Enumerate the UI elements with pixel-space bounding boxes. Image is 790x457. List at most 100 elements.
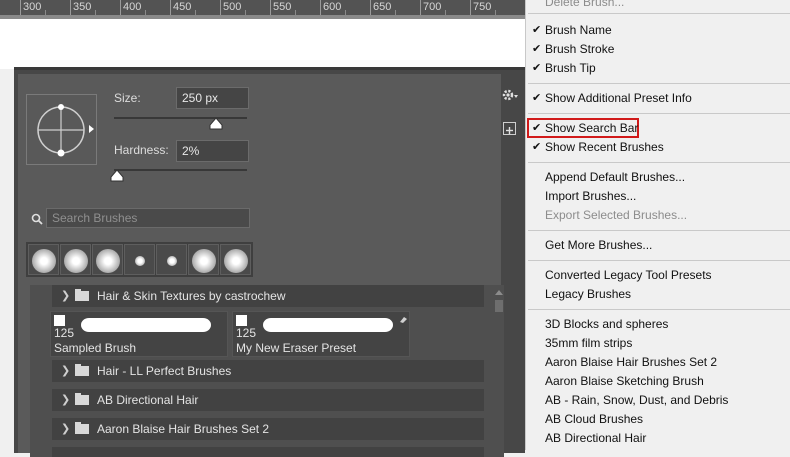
hardness-slider-track[interactable] [114, 169, 247, 171]
checkmark-icon: ✔ [532, 122, 542, 134]
menu-separator [528, 260, 790, 261]
brush-group-name: Aaron Blaise Hair Brushes Set 2 [97, 422, 270, 436]
brush-group-row[interactable]: ❯ Hair & Skin Textures by castrochew [52, 285, 484, 307]
size-slider-handle[interactable] [209, 117, 223, 135]
checkmark-icon: ✔ [532, 141, 542, 153]
brush-preset-tile[interactable]: 125 My New Eraser Preset [232, 311, 410, 357]
brush-group-name: Hair - LL Perfect Brushes [97, 364, 232, 378]
gear-menu-button[interactable] [500, 86, 520, 104]
ruler-label: 550 [273, 1, 292, 13]
checkmark-icon: ✔ [532, 92, 542, 104]
ruler-label: 300 [23, 1, 42, 13]
menu-item-append-default-brushes[interactable]: Append Default Brushes... [545, 168, 685, 187]
panel-inner: Size: 250 px Hardness: 2% Search Brushes [18, 74, 504, 457]
brush-group-name: AB Directional Hair [97, 393, 199, 407]
menu-item-show-additional-preset-info[interactable]: Show Additional Preset Info [545, 89, 692, 108]
menu-separator [528, 83, 790, 84]
brush-name: Sampled Brush [54, 341, 137, 355]
brush-list-scrollbar[interactable] [492, 285, 504, 457]
menu-item-brush-library[interactable]: Aaron Blaise Sketching Brush [545, 372, 704, 391]
brush-swatch [236, 315, 247, 326]
menu-item-converted-legacy-tool-presets[interactable]: Converted Legacy Tool Presets [545, 266, 712, 285]
recent-brush-7[interactable] [220, 244, 251, 275]
ruler-label: 650 [373, 1, 392, 13]
hardness-label: Hardness: [114, 143, 169, 157]
brush-stroke-preview [263, 318, 393, 332]
menu-item-brush-library[interactable]: 35mm film strips [545, 334, 632, 353]
horizontal-ruler: 300 350 400 450 500 550 600 650 700 750 [0, 0, 525, 16]
search-brushes-input[interactable]: Search Brushes [46, 208, 250, 228]
brush-size: 125 [236, 326, 257, 340]
brush-group-row[interactable]: ❯ Hair - LL Perfect Brushes [52, 360, 484, 382]
brush-angle-icon [37, 104, 94, 157]
brush-stroke-preview [81, 318, 211, 332]
recent-brush-2[interactable] [60, 244, 91, 275]
chevron-right-icon[interactable]: ❯ [61, 360, 70, 382]
workspace-background [0, 69, 14, 450]
menu-separator [528, 13, 790, 14]
brush-panel-flyout-menu: Delete Brush... ✔ Brush Name ✔ Brush Str… [525, 0, 790, 450]
menu-item-legacy-brushes[interactable]: Legacy Brushes [545, 285, 631, 304]
brush-preset-tile[interactable]: 125 Sampled Brush [50, 311, 228, 357]
menu-item-brush-stroke[interactable]: Brush Stroke [545, 40, 614, 59]
brush-group-name: Hair & Skin Textures by castrochew [97, 289, 286, 303]
recent-brush-5[interactable] [156, 244, 187, 275]
chevron-right-icon[interactable]: ❯ [61, 285, 70, 307]
plus-icon [506, 127, 513, 134]
menu-item-show-recent-brushes[interactable]: Show Recent Brushes [545, 138, 664, 157]
menu-item-export-selected-brushes[interactable]: Export Selected Brushes... [545, 206, 687, 225]
ruler-label: 400 [123, 1, 142, 13]
ruler-label: 700 [423, 1, 442, 13]
folder-icon [75, 422, 89, 434]
brush-size: 125 [54, 326, 75, 340]
menu-separator [528, 113, 790, 114]
menu-item-get-more-brushes[interactable]: Get More Brushes... [545, 236, 652, 255]
hardness-slider-handle[interactable] [110, 169, 124, 187]
brush-group-row-partial[interactable] [52, 447, 484, 457]
recent-brushes-strip [26, 242, 253, 277]
scroll-up-arrow[interactable] [495, 290, 503, 295]
brush-angle-preview[interactable] [26, 94, 97, 165]
ruler-label: 750 [473, 1, 492, 13]
search-icon [31, 212, 43, 225]
menu-item-brush-library[interactable]: 3D Blocks and spheres [545, 315, 668, 334]
size-field[interactable]: 250 px [176, 87, 249, 109]
scroll-thumb[interactable] [495, 300, 503, 312]
eraser-icon [400, 317, 407, 323]
document-canvas[interactable] [0, 19, 525, 69]
chevron-right-icon[interactable]: ❯ [61, 418, 70, 440]
menu-separator [528, 162, 790, 163]
ruler-label: 600 [323, 1, 342, 13]
brush-swatch [54, 315, 65, 326]
menu-item-brush-tip[interactable]: Brush Tip [545, 59, 596, 78]
menu-item-show-search-bar[interactable]: Show Search Bar [545, 119, 638, 138]
hardness-field[interactable]: 2% [176, 140, 249, 162]
checkmark-icon: ✔ [532, 62, 542, 74]
recent-brush-1[interactable] [28, 244, 59, 275]
menu-item-brush-library[interactable]: AB - Rain, Snow, Dust, and Debris [545, 391, 728, 410]
folder-icon [75, 393, 89, 405]
menu-separator [528, 230, 790, 231]
checkmark-icon: ✔ [532, 43, 542, 55]
menu-item-delete-brush[interactable]: Delete Brush... [545, 0, 624, 12]
recent-brush-4[interactable] [124, 244, 155, 275]
folder-icon [75, 364, 89, 376]
brush-group-row[interactable]: ❯ AB Directional Hair [52, 389, 484, 411]
brush-group-row[interactable]: ❯ Aaron Blaise Hair Brushes Set 2 [52, 418, 484, 440]
brush-name: My New Eraser Preset [236, 341, 357, 355]
ruler-label: 500 [223, 1, 242, 13]
recent-brush-6[interactable] [188, 244, 219, 275]
menu-item-brush-library[interactable]: Aaron Blaise Hair Brushes Set 2 [545, 353, 717, 372]
gear-icon [502, 89, 518, 101]
menu-item-brush-library[interactable]: AB Cloud Brushes [545, 410, 643, 429]
ruler-label: 450 [173, 1, 192, 13]
menu-item-brush-name[interactable]: Brush Name [545, 21, 612, 40]
menu-item-brush-library[interactable]: AB Directional Hair [545, 429, 646, 448]
size-label: Size: [114, 91, 141, 105]
brush-preset-panel: Size: 250 px Hardness: 2% Search Brushes [14, 67, 525, 457]
chevron-right-icon[interactable]: ❯ [61, 389, 70, 411]
menu-item-import-brushes[interactable]: Import Brushes... [545, 187, 636, 206]
size-slider-track[interactable] [114, 117, 247, 119]
recent-brush-3[interactable] [92, 244, 123, 275]
new-brush-button[interactable] [503, 122, 516, 135]
